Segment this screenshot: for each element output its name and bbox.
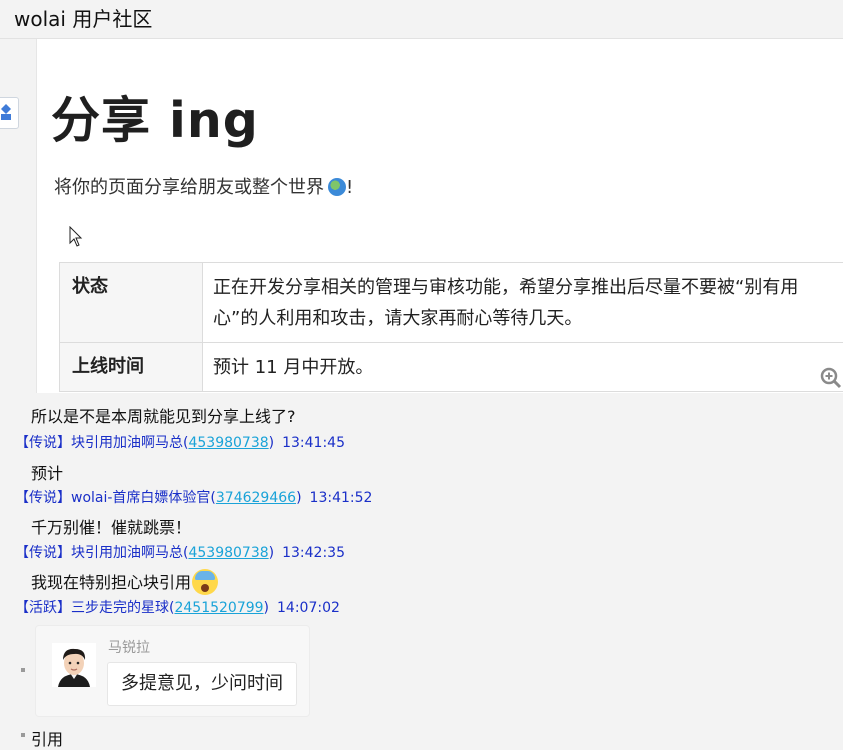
table-key: 状态 bbox=[59, 262, 203, 343]
chat-message: 我现在特别担心块引用 bbox=[31, 569, 219, 595]
sender-suffix: ) bbox=[268, 545, 275, 561]
list-bullet bbox=[21, 733, 25, 737]
sender-name: 【传说】块引用加油啊马总( bbox=[15, 435, 189, 451]
chat-message: 千万别催！催就跳票！ bbox=[31, 518, 192, 537]
chat-message-text: 我现在特别担心块引用 bbox=[31, 573, 192, 592]
quoted-bubble: 多提意见，少问时间 bbox=[107, 662, 297, 706]
sender-name: 【传说】块引用加油啊马总( bbox=[15, 545, 189, 561]
message-meta: 【活跃】三步走完的星球(2451520799) 14:07:02 bbox=[15, 597, 340, 617]
table-key: 上线时间 bbox=[59, 342, 203, 392]
subtitle-tail: ! bbox=[346, 177, 354, 198]
info-table: 状态 正在开发分享相关的管理与审核功能，希望分享推出后尽量不要被“别有用心”的人… bbox=[59, 262, 843, 392]
message-meta: 【传说】块引用加油啊马总(453980738) 13:42:35 bbox=[15, 542, 345, 562]
sender-qq-link[interactable]: 453980738 bbox=[188, 545, 268, 561]
globe-icon bbox=[328, 178, 346, 196]
table-value: 正在开发分享相关的管理与审核功能，希望分享推出后尽量不要被“别有用心”的人利用和… bbox=[202, 262, 843, 343]
sender-qq-link[interactable]: 2451520799 bbox=[174, 600, 263, 616]
chat-message: 预计 bbox=[31, 464, 64, 483]
quoted-sender-name: 马锐拉 bbox=[108, 640, 150, 656]
message-meta: 【传说】块引用加油啊马总(453980738) 13:41:45 bbox=[15, 432, 345, 452]
sender-suffix: ) bbox=[268, 435, 275, 451]
subtitle-text: 将你的页面分享给朋友或整个世界 bbox=[54, 177, 324, 198]
chat-message: 所以是不是本周就能见到分享上线了? bbox=[31, 407, 296, 426]
screaming-face-emoji bbox=[192, 569, 219, 595]
chat-message: 引用 bbox=[31, 730, 64, 749]
sender-name: 【传说】wolai-首席白嫖体验官( bbox=[15, 490, 216, 506]
table-row: 上线时间 预计 11 月中开放。 bbox=[59, 342, 843, 392]
side-panel-toggle[interactable] bbox=[0, 97, 19, 129]
mouse-cursor-icon bbox=[69, 226, 83, 247]
zoom-in-icon[interactable] bbox=[820, 367, 842, 389]
sender-qq-link[interactable]: 453980738 bbox=[188, 435, 268, 451]
sender-name: 【活跃】三步走完的星球( bbox=[15, 600, 175, 616]
message-time: 14:07:02 bbox=[277, 600, 340, 616]
message-time: 13:41:52 bbox=[309, 490, 373, 506]
table-row: 状态 正在开发分享相关的管理与审核功能，希望分享推出后尽量不要被“别有用心”的人… bbox=[59, 262, 843, 343]
page-heading: 分享 ing bbox=[51, 92, 259, 149]
list-bullet bbox=[21, 668, 25, 672]
window-title: wolai 用户社区 bbox=[14, 7, 153, 31]
message-meta: 【传说】wolai-首席白嫖体验官(374629466) 13:41:52 bbox=[15, 487, 372, 507]
sender-qq-link[interactable]: 374629466 bbox=[216, 490, 296, 506]
avatar bbox=[52, 643, 96, 687]
table-value: 预计 11 月中开放。 bbox=[202, 342, 843, 392]
title-bar: wolai 用户社区 bbox=[0, 0, 843, 39]
page-subtitle: 将你的页面分享给朋友或整个世界! bbox=[54, 173, 353, 199]
shared-page-card: 分享 ing 将你的页面分享给朋友或整个世界! 状态 正在开发分享相关的管理与审… bbox=[36, 39, 843, 393]
sender-suffix: ) bbox=[296, 490, 302, 506]
quoted-message-card[interactable]: 马锐拉 多提意见，少问时间 bbox=[35, 625, 310, 717]
app-shape-icon bbox=[1, 104, 11, 120]
message-time: 13:42:35 bbox=[282, 545, 345, 561]
message-time: 13:41:45 bbox=[282, 435, 345, 451]
sender-suffix: ) bbox=[263, 600, 270, 616]
